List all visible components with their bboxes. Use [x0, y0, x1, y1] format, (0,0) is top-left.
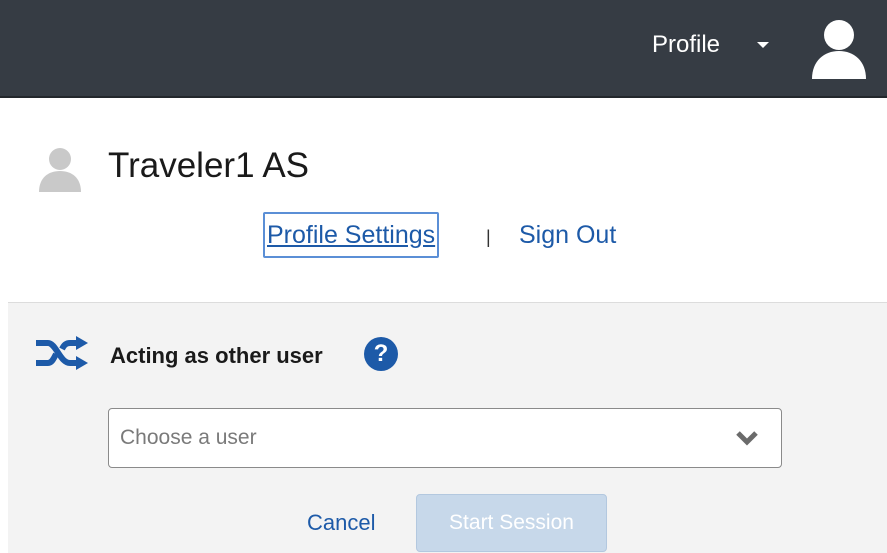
choose-user-select[interactable]: Choose a user: [108, 408, 782, 468]
user-avatar-icon: [39, 148, 81, 192]
chevron-down-icon[interactable]: [735, 430, 759, 446]
question-circle-icon[interactable]: ?: [364, 337, 398, 371]
caret-down-icon[interactable]: [757, 42, 769, 48]
cancel-button[interactable]: Cancel: [307, 509, 375, 537]
shuffle-icon: [36, 336, 88, 370]
acting-as-title: Acting as other user: [110, 343, 323, 368]
link-separator: |: [486, 227, 491, 247]
choose-user-placeholder: Choose a user: [120, 426, 257, 449]
top-navigation-bar: Profile: [0, 0, 887, 98]
start-session-button[interactable]: Start Session: [416, 494, 607, 552]
user-name: Traveler1 AS: [108, 146, 310, 185]
sign-out-link[interactable]: Sign Out: [519, 214, 616, 256]
user-avatar-icon[interactable]: [808, 17, 870, 81]
profile-settings-link[interactable]: Profile Settings: [263, 212, 440, 258]
account-links: Profile Settings | Sign Out: [0, 212, 887, 262]
profile-menu-label[interactable]: Profile: [652, 30, 720, 60]
